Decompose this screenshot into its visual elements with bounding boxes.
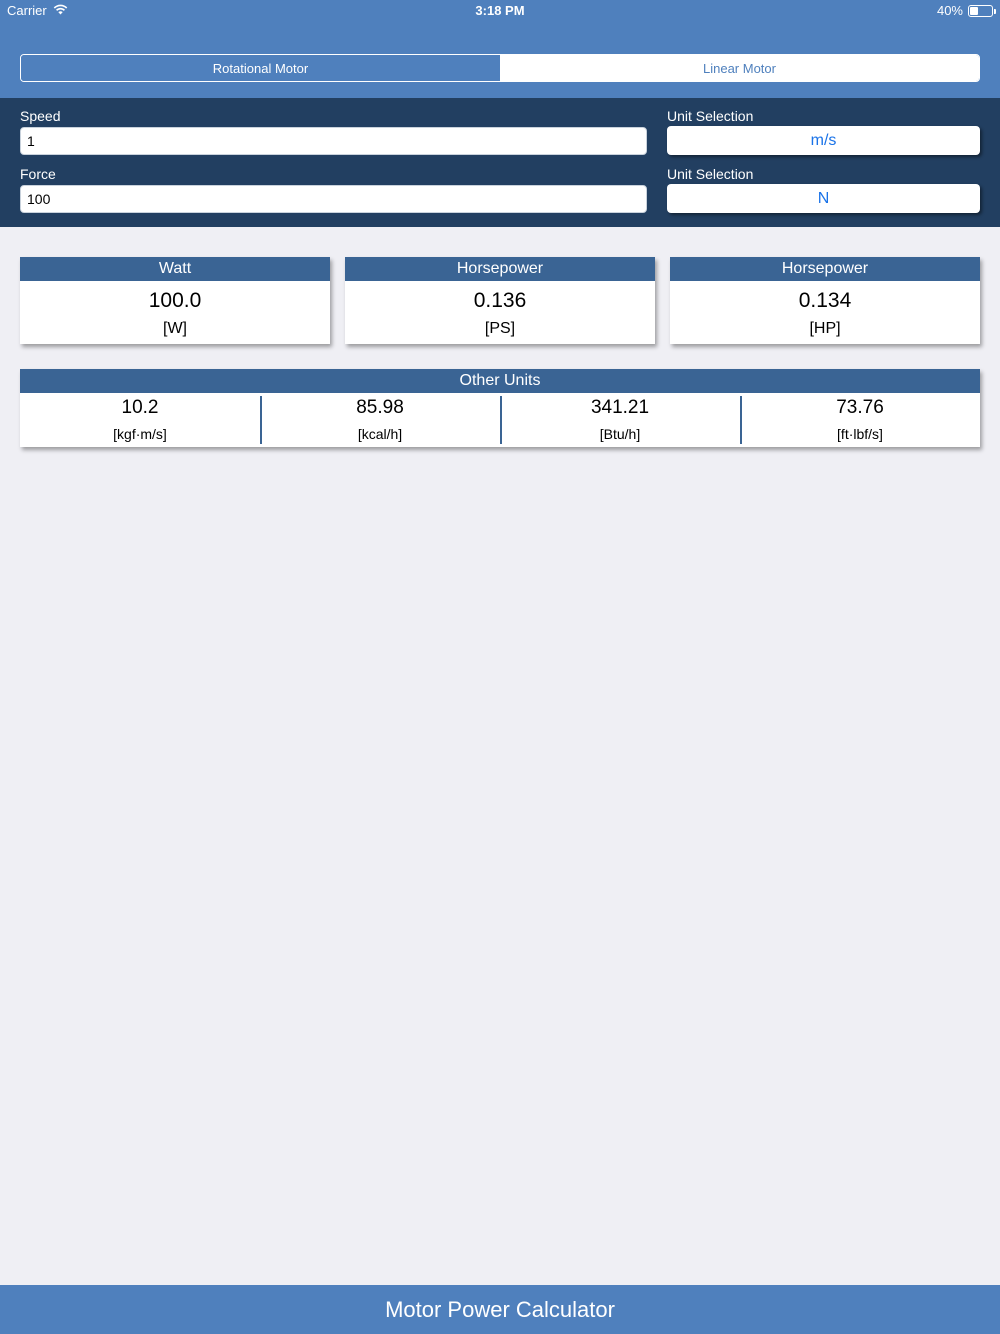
other-units-card: Other Units 10.2 [kgf·m/s] 85.98 [kcal/h… [20,369,980,447]
other-unit-value: 341.21 [590,397,650,418]
result-card-unit: [W] [163,320,187,337]
other-unit-value: 73.76 [836,397,884,418]
other-units-title: Other Units [20,369,980,393]
footer-bar: Motor Power Calculator [0,1285,1000,1334]
other-unit-value: 10.2 [121,397,159,418]
result-card-horsepower-ps: Horsepower 0.136 [PS] [345,257,655,344]
status-bar: Carrier 3:18 PM 40% [0,0,1000,22]
result-card-value: 0.134 [798,289,852,312]
other-unit-label: [ft·lbf/s] [837,426,883,442]
other-unit-cell: 10.2 [kgf·m/s] [20,393,260,447]
result-card-title: Horsepower [345,257,655,281]
result-card-unit: [PS] [484,320,516,337]
result-card-unit: [HP] [809,320,841,337]
result-card-horsepower-hp: Horsepower 0.134 [HP] [670,257,980,344]
speed-unit-label: Unit Selection [667,108,754,124]
input-panel: Speed 1 Unit Selection m/s Force 100 Uni… [0,98,1000,227]
force-unit-label: Unit Selection [667,166,754,182]
speed-input[interactable]: 1 [20,127,647,155]
force-input[interactable]: 100 [20,185,647,213]
status-time: 3:18 PM [475,3,525,18]
other-unit-cell: 73.76 [ft·lbf/s] [740,393,980,447]
battery-fill [970,6,979,15]
tab-rotational-motor[interactable]: Rotational Motor [21,55,500,81]
tab-linear-motor[interactable]: Linear Motor [500,55,979,81]
top-header: Carrier 3:18 PM 40% Rotational Motor Lin… [0,0,1000,98]
force-unit-button[interactable]: N [667,184,980,213]
app-title: Motor Power Calculator [385,1296,615,1322]
battery-icon [968,4,996,17]
other-units-row: 10.2 [kgf·m/s] 85.98 [kcal/h] 341.21 [Bt… [20,393,980,447]
force-label: Force [20,166,56,182]
result-card-value: 0.136 [473,289,527,312]
result-card-value: 100.0 [148,289,202,312]
other-unit-cell: 341.21 [Btu/h] [500,393,740,447]
battery-percent: 40% [936,3,963,18]
other-unit-value: 85.98 [356,397,404,418]
motor-type-segmented-control: Rotational Motor Linear Motor [20,54,980,82]
other-unit-cell: 85.98 [kcal/h] [260,393,500,447]
result-card-title: Watt [20,257,330,281]
other-unit-label: [kcal/h] [357,426,403,442]
other-unit-label: [Btu/h] [599,426,641,442]
result-card-watt: Watt 100.0 [W] [20,257,330,344]
result-card-title: Horsepower [670,257,980,281]
battery-group: 40% [936,3,996,18]
speed-label: Speed [20,108,61,124]
other-unit-label: [kgf·m/s] [113,426,167,442]
speed-unit-button[interactable]: m/s [667,126,980,155]
